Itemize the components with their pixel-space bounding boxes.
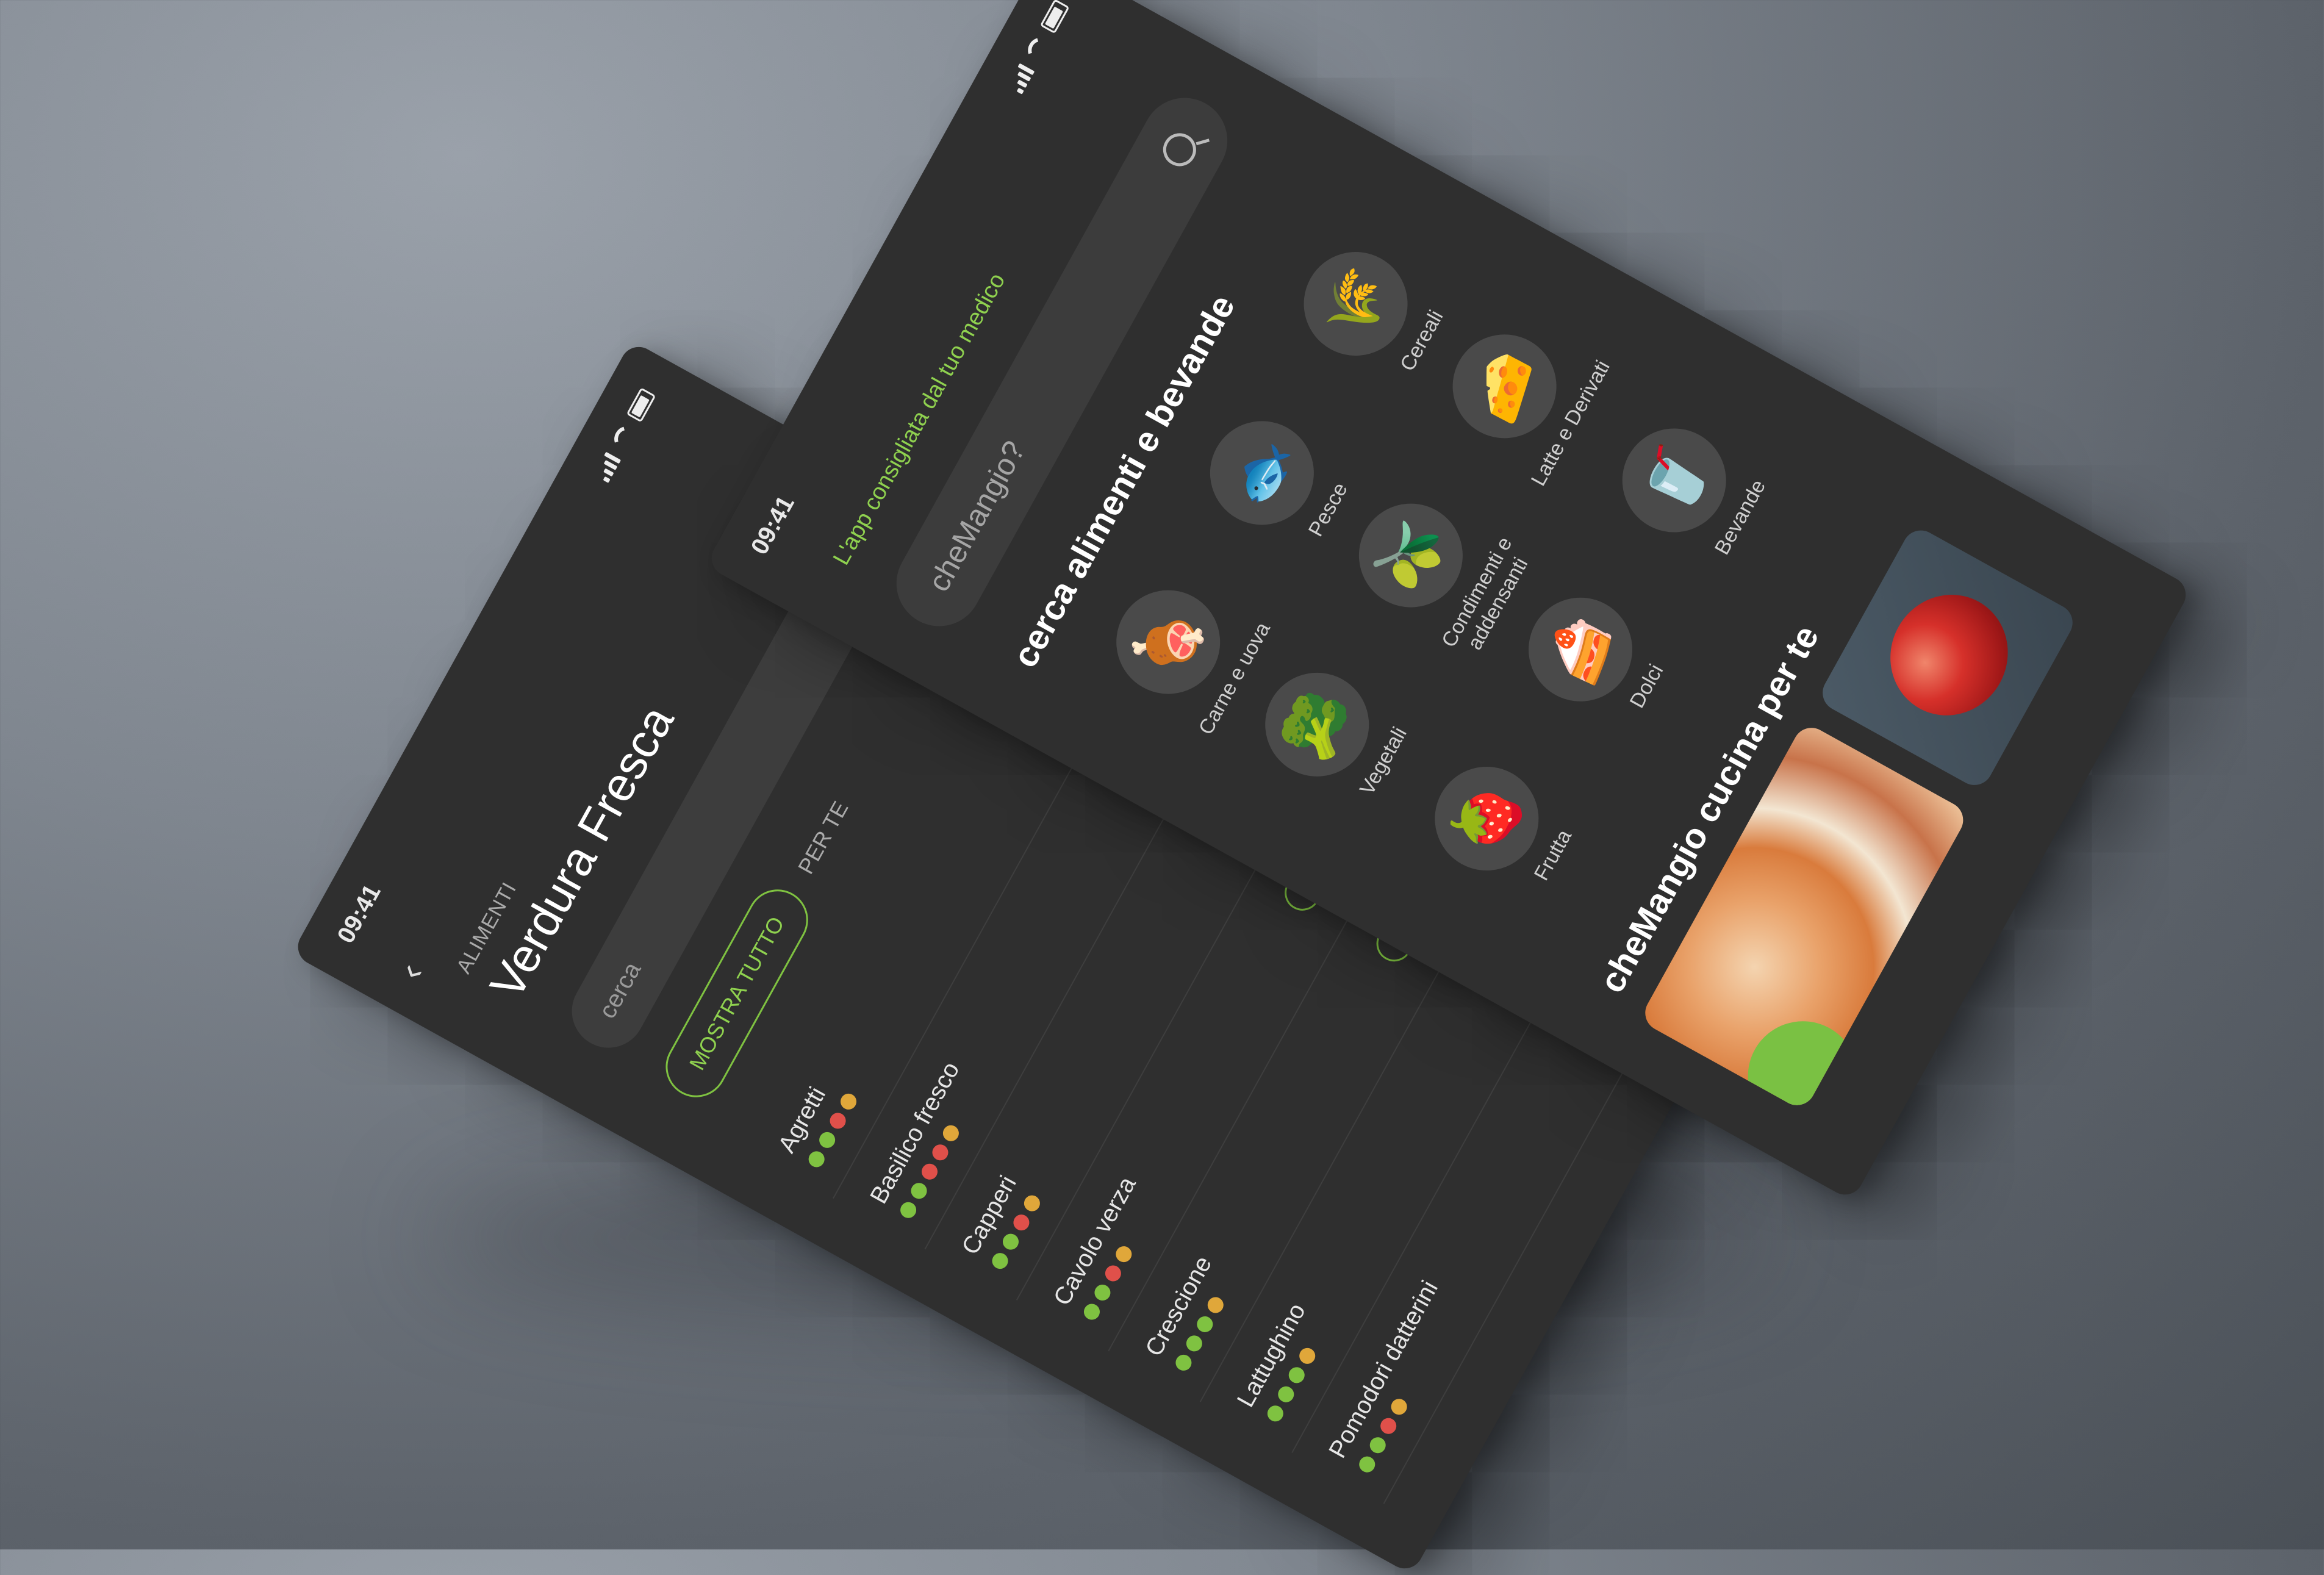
wifi-icon [1023, 33, 1051, 64]
nutrition-dot [1377, 1415, 1399, 1437]
apple-image [1868, 573, 2029, 737]
nutrition-dot [989, 1250, 1011, 1272]
nutrition-dot [816, 1128, 838, 1151]
nutrition-dot [1194, 1313, 1216, 1335]
battery-icon [1039, 0, 1070, 34]
nutrition-dot [1356, 1453, 1378, 1476]
category-label: Frutta [1530, 825, 1577, 885]
nutrition-dot [1080, 1301, 1103, 1322]
nutrition-dot [918, 1160, 941, 1183]
nutrition-dot [1091, 1282, 1113, 1304]
nutrition-dot [837, 1090, 859, 1113]
nutrition-dot [1172, 1351, 1194, 1374]
nutrition-dot [908, 1180, 930, 1202]
search-icon[interactable] [1157, 127, 1202, 173]
signal-icon [1006, 63, 1035, 95]
nutrition-dot [999, 1230, 1022, 1253]
nutrition-dot [1285, 1364, 1307, 1386]
status-time: 09:41 [745, 491, 800, 559]
tab-per-te[interactable]: PER TE [793, 797, 853, 878]
system-icons [1006, 0, 1070, 95]
nutrition-dot [939, 1122, 962, 1144]
nutrition-dot [1113, 1243, 1135, 1265]
recipe-card-image[interactable] [1638, 721, 1970, 1112]
back-icon[interactable]: ‹ [389, 956, 432, 987]
signal-icon [592, 451, 622, 483]
nutrition-dot [1204, 1294, 1227, 1316]
nutrition-dot [1264, 1402, 1286, 1424]
nutrition-dot [929, 1141, 951, 1163]
battery-icon [626, 387, 656, 423]
nutrition-dot [1366, 1434, 1388, 1456]
nutrition-dot [1010, 1211, 1032, 1233]
nutrition-dot [805, 1148, 827, 1170]
nutrition-dot [1020, 1192, 1043, 1214]
nutrition-dot [1388, 1396, 1410, 1418]
nutrition-dot [1102, 1262, 1124, 1284]
nutrition-dot [827, 1110, 848, 1132]
status-bar: 09:41 [331, 384, 662, 949]
list-item-info: Agretti [773, 1072, 859, 1170]
list-item-info: Crescione [1140, 1252, 1239, 1374]
nutrition-dot [1275, 1383, 1297, 1405]
search-placeholder: cheMangio? [921, 435, 1032, 597]
nutrition-dot [1296, 1344, 1318, 1367]
status-time: 09:41 [332, 880, 386, 948]
nutrition-dot [1183, 1332, 1205, 1354]
list-item-info: Capperi [956, 1171, 1044, 1272]
category-label: Dolci [1625, 660, 1668, 712]
nutrition-dot [897, 1199, 919, 1221]
system-icons [592, 387, 656, 483]
wifi-icon [609, 422, 637, 453]
search-placeholder: cerca [594, 957, 646, 1023]
